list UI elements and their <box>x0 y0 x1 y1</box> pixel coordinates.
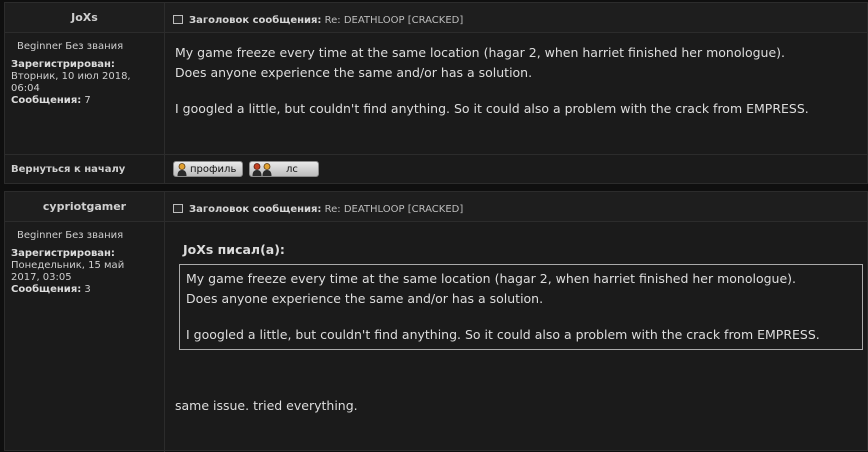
user-icon <box>177 163 187 176</box>
post-text-line: Does anyone experience the same and/or h… <box>175 65 533 80</box>
posts-count-value: 3 <box>84 284 91 295</box>
registered-value: Понедельник, 15 май 2017, 03:05 <box>11 260 125 283</box>
post-icon <box>173 15 183 24</box>
quote-box: My game freeze every time at the same lo… <box>179 264 863 350</box>
post-author-panel: JoXs Beginner Без звания Зарегистрирован… <box>5 3 165 154</box>
author-name[interactable]: cypriotgamer <box>5 192 164 222</box>
subject-label: Заголовок сообщения: <box>189 15 322 26</box>
posts-count-label: Сообщения: <box>11 284 82 295</box>
subject-value: Re: DEATHLOOP [CRACKED] <box>324 15 464 26</box>
users-icon <box>252 163 274 176</box>
profile-button-label: профиль <box>190 164 237 175</box>
back-to-top-link[interactable]: Вернуться к началу <box>5 155 165 184</box>
subject-label: Заголовок сообщения: <box>189 204 322 215</box>
post-text-line: My game freeze every time at the same lo… <box>175 45 785 60</box>
quote-text-line: Does anyone experience the same and/or h… <box>186 291 544 306</box>
registered-label: Зарегистрирован: <box>11 59 115 70</box>
post-footer: Вернуться к началу профиль лс <box>5 154 867 184</box>
author-meta: Beginner Без звания Зарегистрирован: Вто… <box>5 33 164 107</box>
author-rank: Beginner Без звания <box>17 230 124 241</box>
registered-value: Вторник, 10 июл 2018, 06:04 <box>11 71 131 94</box>
author-rank: Beginner Без звания <box>17 41 124 52</box>
post-subject: Заголовок сообщения: Re: DEATHLOOP [CRAC… <box>165 192 867 222</box>
post-content-panel: Заголовок сообщения: Re: DEATHLOOP [CRAC… <box>165 3 867 154</box>
author-name[interactable]: JoXs <box>5 3 164 33</box>
post-cypriotgamer: cypriotgamer Beginner Без звания Зарегис… <box>4 191 868 452</box>
pm-button[interactable]: лс <box>249 161 319 177</box>
post-author-panel: cypriotgamer Beginner Без звания Зарегис… <box>5 192 165 452</box>
pm-button-label: лс <box>286 164 298 175</box>
reply-text: same issue. tried everything. <box>175 398 358 413</box>
post-content-panel: Заголовок сообщения: Re: DEATHLOOP [CRAC… <box>165 192 867 452</box>
post-subject: Заголовок сообщения: Re: DEATHLOOP [CRAC… <box>165 3 867 33</box>
posts-count-value: 7 <box>84 95 91 106</box>
quote-text-line: I googled a little, but couldn't find an… <box>186 327 820 342</box>
quote-text-line: My game freeze every time at the same lo… <box>186 271 796 286</box>
post-body: JoXs писал(а): My game freeze every time… <box>165 222 867 426</box>
registered-label: Зарегистрирован: <box>11 248 115 259</box>
post-text-line: I googled a little, but couldn't find an… <box>175 101 809 116</box>
post-icon <box>173 204 183 213</box>
quote-title: JoXs писал(а): <box>183 242 285 257</box>
post-joxs: JoXs Beginner Без звания Зарегистрирован… <box>4 2 868 184</box>
author-meta: Beginner Без звания Зарегистрирован: Пон… <box>5 222 164 296</box>
post-body: My game freeze every time at the same lo… <box>165 33 867 129</box>
subject-value: Re: DEATHLOOP [CRACKED] <box>324 204 464 215</box>
profile-button[interactable]: профиль <box>173 161 243 177</box>
posts-count-label: Сообщения: <box>11 95 82 106</box>
